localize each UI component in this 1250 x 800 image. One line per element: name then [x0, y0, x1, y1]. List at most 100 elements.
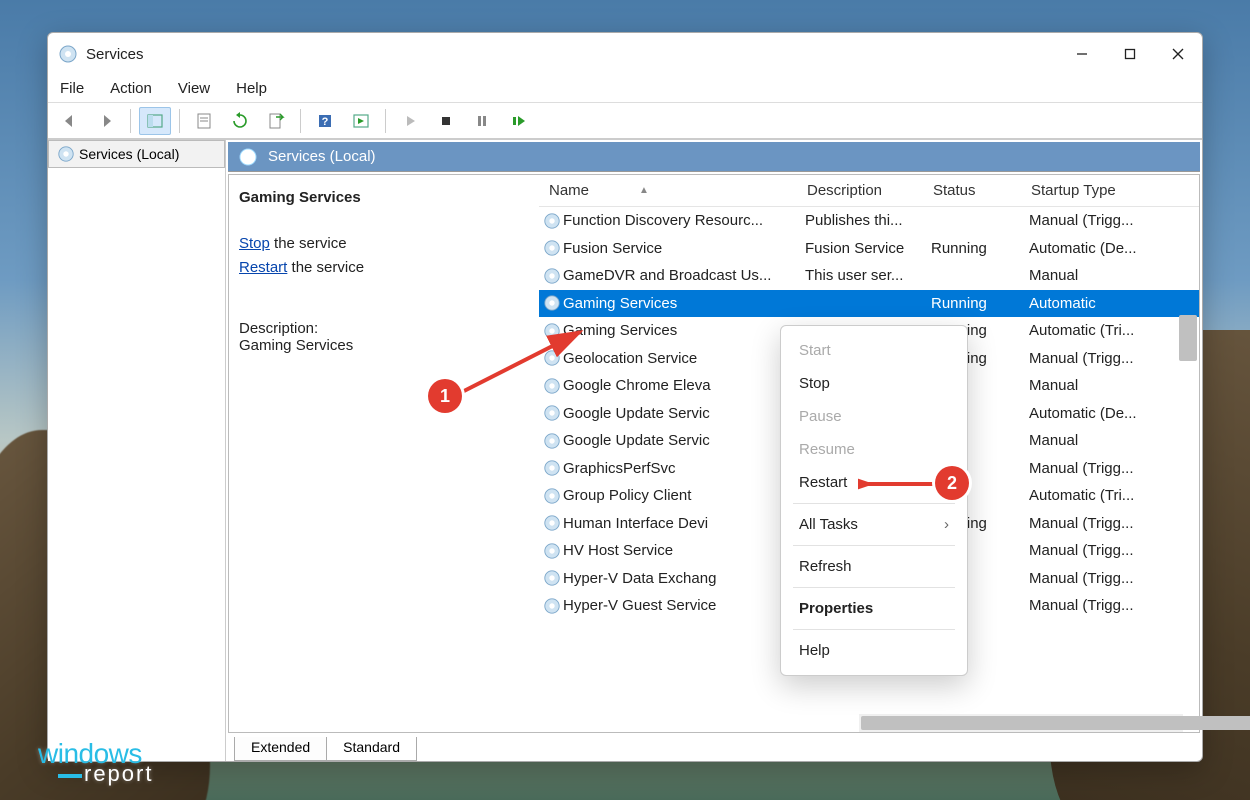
show-hide-tree-button[interactable]	[139, 107, 171, 135]
context-menu-stop[interactable]: Stop	[781, 367, 967, 400]
context-menu-properties[interactable]: Properties	[781, 592, 967, 625]
minimize-button[interactable]	[1058, 33, 1106, 75]
column-name[interactable]: Name▲	[539, 182, 807, 199]
gear-icon	[543, 267, 561, 285]
cell-startup: Manual (Trigg...	[1029, 515, 1199, 532]
stop-service-button[interactable]	[430, 107, 462, 135]
service-row[interactable]: Function Discovery Resourc...Publishes t…	[539, 207, 1199, 235]
console-tree[interactable]: Services (Local)	[48, 140, 226, 761]
forward-button[interactable]	[90, 107, 122, 135]
column-status[interactable]: Status	[933, 182, 1031, 199]
cell-startup: Manual (Trigg...	[1029, 597, 1199, 614]
gear-icon	[543, 294, 561, 312]
tree-item-label: Services (Local)	[79, 146, 179, 162]
cell-startup: Automatic	[1029, 295, 1199, 312]
gear-icon	[238, 147, 258, 167]
cell-name: Group Policy Client	[563, 487, 805, 504]
cell-name: Gaming Services	[563, 322, 805, 339]
cell-name: Function Discovery Resourc...	[563, 212, 805, 229]
cell-status: Running	[931, 240, 1029, 257]
cell-name: GameDVR and Broadcast Us...	[563, 267, 805, 284]
service-row[interactable]: Fusion ServiceFusion ServiceRunningAutom…	[539, 235, 1199, 263]
context-menu-all-tasks[interactable]: All Tasks	[781, 508, 967, 541]
gear-icon	[543, 542, 561, 560]
gear-icon	[543, 569, 561, 587]
column-startup-type[interactable]: Startup Type	[1031, 182, 1199, 199]
cell-startup: Automatic (De...	[1029, 405, 1199, 422]
cell-name: Fusion Service	[563, 240, 805, 257]
pause-service-button[interactable]	[466, 107, 498, 135]
restart-service-button[interactable]	[502, 107, 534, 135]
properties-button[interactable]	[188, 107, 220, 135]
cell-name: Google Update Servic	[563, 432, 805, 449]
context-menu-pause: Pause	[781, 400, 967, 433]
annotation-badge-2: 2	[935, 466, 969, 500]
cell-name: Gaming Services	[563, 295, 805, 312]
toolbar: ?	[48, 103, 1202, 139]
cell-startup: Automatic (Tri...	[1029, 487, 1199, 504]
cell-startup: Manual	[1029, 267, 1199, 284]
refresh-button[interactable]	[224, 107, 256, 135]
services-window: Services File Action View Help ?	[47, 32, 1203, 762]
cell-desc: Fusion Service	[805, 240, 931, 257]
context-menu: Start Stop Pause Resume Restart All Task…	[780, 325, 968, 676]
tree-item-services-local[interactable]: Services (Local)	[48, 140, 225, 168]
services-icon	[58, 44, 78, 64]
service-row[interactable]: GameDVR and Broadcast Us...This user ser…	[539, 262, 1199, 290]
context-menu-refresh[interactable]: Refresh	[781, 550, 967, 583]
cell-name: Hyper-V Guest Service	[563, 597, 805, 614]
menu-file[interactable]: File	[60, 80, 84, 97]
menu-view[interactable]: View	[178, 80, 210, 97]
titlebar[interactable]: Services	[48, 33, 1202, 75]
restart-service-link[interactable]: Restart	[239, 259, 287, 276]
service-row[interactable]: Gaming Services RunningAutomatic	[539, 290, 1199, 318]
panel-header-label: Services (Local)	[268, 148, 376, 165]
cell-startup: Manual (Trigg...	[1029, 212, 1199, 229]
vertical-scrollbar[interactable]	[1179, 315, 1197, 361]
cell-name: Human Interface Devi	[563, 515, 805, 532]
cell-desc: This user ser...	[805, 267, 931, 284]
cell-status: Running	[931, 295, 1029, 312]
gear-icon	[57, 145, 75, 163]
svg-text:?: ?	[322, 116, 329, 128]
cell-startup: Automatic (Tri...	[1029, 322, 1199, 339]
show-hide-action-button[interactable]	[345, 107, 377, 135]
export-button[interactable]	[260, 107, 292, 135]
gear-icon	[543, 487, 561, 505]
list-header[interactable]: Name▲ Description Status Startup Type	[539, 175, 1199, 207]
menu-help[interactable]: Help	[236, 80, 267, 97]
back-button[interactable]	[54, 107, 86, 135]
cell-desc: Publishes thi...	[805, 212, 931, 229]
menu-action[interactable]: Action	[110, 80, 152, 97]
panel-header: Services (Local)	[228, 142, 1200, 172]
cell-startup: Manual (Trigg...	[1029, 570, 1199, 587]
gear-icon	[543, 459, 561, 477]
tab-standard[interactable]: Standard	[326, 737, 417, 761]
cell-startup: Automatic (De...	[1029, 240, 1199, 257]
context-menu-start: Start	[781, 334, 967, 367]
cell-startup: Manual (Trigg...	[1029, 460, 1199, 477]
cell-name: GraphicsPerfSvc	[563, 460, 805, 477]
cell-name: Google Update Servic	[563, 405, 805, 422]
gear-icon	[543, 597, 561, 615]
horizontal-scrollbar[interactable]	[859, 714, 1183, 732]
selected-service-name: Gaming Services	[239, 189, 529, 206]
menubar: File Action View Help	[48, 75, 1202, 103]
stop-service-link[interactable]: Stop	[239, 235, 270, 252]
window-title: Services	[86, 46, 144, 63]
context-menu-help[interactable]: Help	[781, 634, 967, 667]
maximize-button[interactable]	[1106, 33, 1154, 75]
watermark: windows report	[38, 742, 153, 784]
tab-extended[interactable]: Extended	[234, 737, 326, 761]
start-service-button[interactable]	[394, 107, 426, 135]
context-menu-resume: Resume	[781, 433, 967, 466]
column-description[interactable]: Description	[807, 182, 933, 199]
cell-name: Geolocation Service	[563, 350, 805, 367]
detail-pane: Gaming Services Stop the service Restart…	[229, 175, 539, 732]
gear-icon	[543, 239, 561, 257]
close-button[interactable]	[1154, 33, 1202, 75]
cell-startup: Manual (Trigg...	[1029, 542, 1199, 559]
cell-startup: Manual (Trigg...	[1029, 350, 1199, 367]
help-button[interactable]: ?	[309, 107, 341, 135]
cell-startup: Manual	[1029, 377, 1199, 394]
